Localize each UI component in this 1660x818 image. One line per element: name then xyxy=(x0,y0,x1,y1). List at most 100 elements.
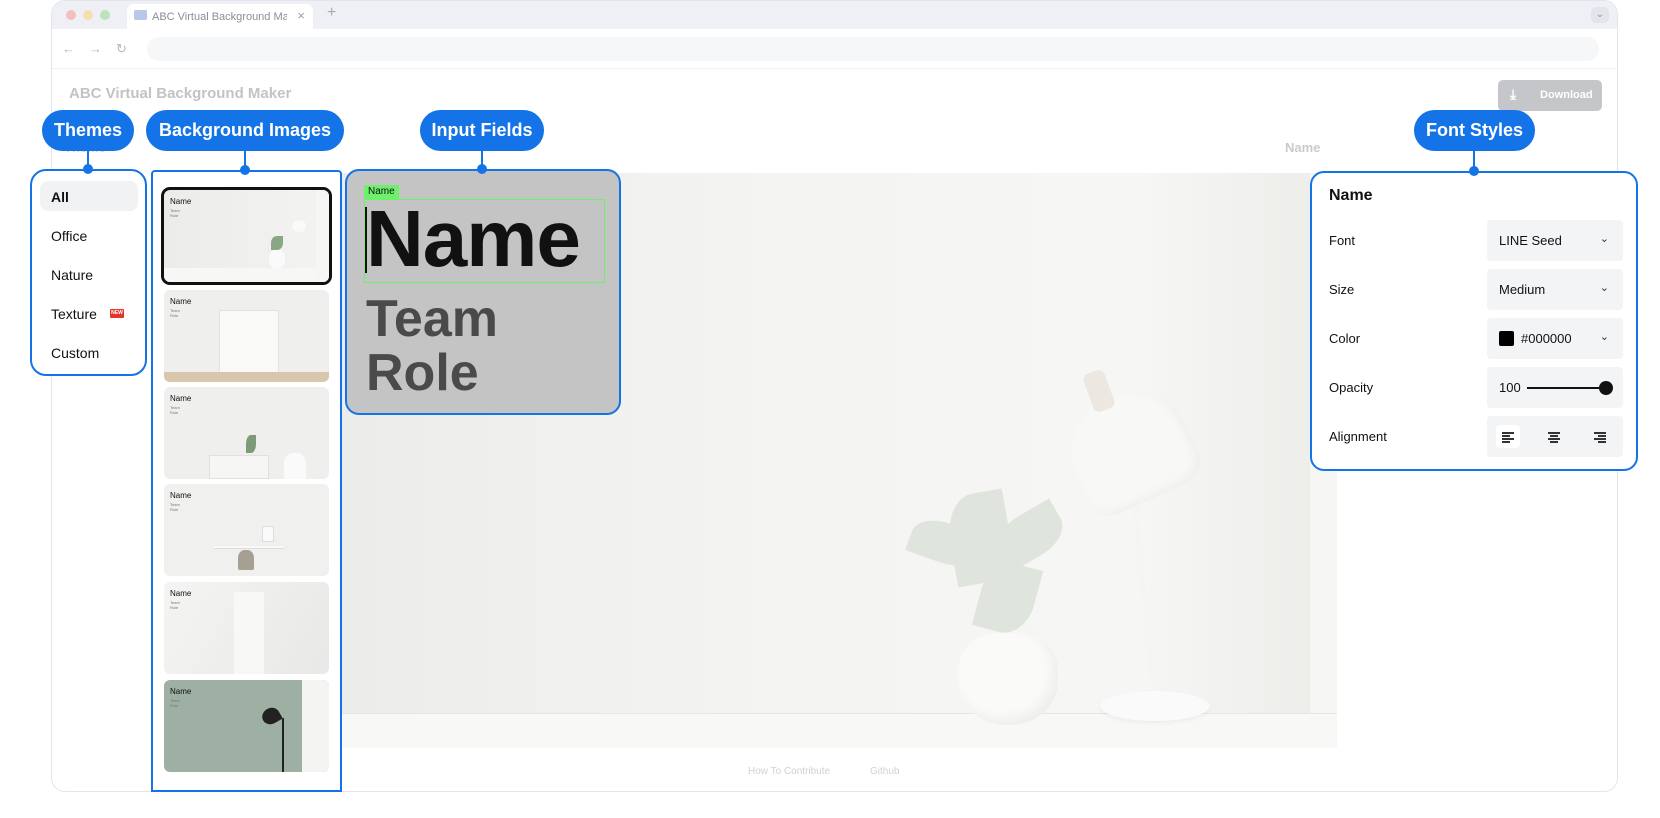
opacity-control: 100 xyxy=(1487,367,1623,408)
background-thumbnail[interactable]: Name Team Role xyxy=(164,290,329,382)
theme-label: Nature xyxy=(51,267,94,283)
tab-list-chevron-icon[interactable]: ⌄ xyxy=(1591,7,1609,23)
align-left-button[interactable] xyxy=(1496,425,1520,448)
browser-tab[interactable]: ABC Virtual Background Maker × xyxy=(127,4,313,29)
themes-panel: All Office Nature Texture NEW Custom xyxy=(30,169,147,376)
alignment-label: Alignment xyxy=(1329,429,1387,444)
opacity-label: Opacity xyxy=(1329,380,1374,395)
name-input[interactable]: Name xyxy=(366,193,581,285)
align-center-button[interactable] xyxy=(1542,425,1566,448)
background-thumbnail[interactable]: Name Team Role xyxy=(164,387,329,479)
opacity-slider-track[interactable] xyxy=(1527,387,1607,389)
font-label: Font xyxy=(1329,233,1356,248)
font-styles-panel: Name Font LINE Seed ⌄ Size Medium ⌄ Colo… xyxy=(1310,171,1638,471)
background-thumbnail[interactable]: Name Team Role xyxy=(164,582,329,674)
input-fields-panel: Name Name Team Role xyxy=(345,169,621,415)
thumb-pot xyxy=(269,250,285,268)
thumb-name: Name xyxy=(170,687,192,696)
thumb-role: Role xyxy=(170,507,179,512)
how-to-contribute-link[interactable]: How To Contribute xyxy=(748,766,830,777)
address-bar-row: ← → ↻ xyxy=(52,29,1617,69)
theme-label: Custom xyxy=(51,345,100,361)
theme-texture[interactable]: Texture NEW xyxy=(40,298,138,328)
tab-close-icon[interactable]: × xyxy=(297,8,305,23)
role-input[interactable]: Role xyxy=(366,343,479,403)
input-fields-callout-dot xyxy=(477,164,487,174)
download-label: Download xyxy=(1540,89,1593,101)
color-picker[interactable]: #000000 ⌄ xyxy=(1487,318,1623,359)
back-arrow-icon[interactable]: ← xyxy=(62,41,75,56)
color-value: #000000 xyxy=(1521,331,1572,346)
background-thumbnail[interactable]: Name Team Role xyxy=(164,680,329,772)
thumb-name: Name xyxy=(170,491,192,500)
color-label: Color xyxy=(1329,331,1361,346)
chevron-down-icon: ⌄ xyxy=(1599,233,1609,245)
background-thumbnail[interactable]: Name Team Role xyxy=(161,187,332,285)
app-title: ABC Virtual Background Maker xyxy=(69,85,292,102)
background-thumbnail[interactable]: Name Team Role xyxy=(164,484,329,576)
name-heading: Name xyxy=(1285,140,1321,155)
font-styles-callout-dot xyxy=(1469,166,1479,176)
input-fields-callout: Input Fields xyxy=(420,110,544,151)
theme-office[interactable]: Office xyxy=(40,220,138,250)
new-badge: NEW xyxy=(110,309,124,318)
theme-label: All xyxy=(51,189,69,205)
thumb-role: Role xyxy=(170,313,179,318)
thumb-frame xyxy=(262,526,274,542)
font-select[interactable]: LINE Seed ⌄ xyxy=(1487,220,1623,261)
theme-custom[interactable]: Custom xyxy=(40,337,138,367)
thumb-role: Role xyxy=(170,410,179,415)
background-images-callout-dot xyxy=(240,165,250,175)
reload-icon[interactable]: ↻ xyxy=(116,41,127,57)
thumb-plant xyxy=(271,236,283,250)
thumb-cabinet xyxy=(209,455,269,479)
thumb-lamp-stand xyxy=(282,718,284,772)
chevron-down-icon: ⌄ xyxy=(1599,331,1609,343)
thumb-name: Name xyxy=(170,197,192,206)
font-styles-title: Name xyxy=(1329,187,1373,204)
team-input[interactable]: Team xyxy=(366,289,498,349)
themes-callout-dot xyxy=(83,164,93,174)
themes-callout: Themes xyxy=(42,110,134,151)
thumb-name: Name xyxy=(170,589,192,598)
new-tab-icon[interactable]: + xyxy=(327,4,336,22)
size-select-value: Medium xyxy=(1499,282,1546,297)
tab-bar: ABC Virtual Background Maker × + ⌄ xyxy=(52,1,1617,29)
background-images-callout: Background Images xyxy=(146,110,344,151)
thumb-role: Role xyxy=(170,213,179,218)
font-select-value: LINE Seed xyxy=(1499,233,1562,248)
opacity-slider-handle[interactable] xyxy=(1599,381,1613,395)
theme-nature[interactable]: Nature xyxy=(40,259,138,289)
github-link[interactable]: Github xyxy=(870,766,899,777)
color-swatch xyxy=(1499,331,1514,346)
align-right-button[interactable] xyxy=(1588,425,1612,448)
thumb-wall-edge xyxy=(302,680,329,772)
thumb-role: Role xyxy=(170,605,179,610)
thumb-floor xyxy=(164,372,329,382)
favicon-icon xyxy=(134,10,147,20)
url-input[interactable] xyxy=(147,37,1599,61)
theme-all[interactable]: All xyxy=(40,181,138,211)
size-select[interactable]: Medium ⌄ xyxy=(1487,269,1623,310)
opacity-value: 100 xyxy=(1499,380,1521,395)
download-icon: ⤓ xyxy=(1510,86,1517,102)
thumb-wall-edge xyxy=(316,190,329,282)
minimize-window-dot[interactable] xyxy=(83,10,93,20)
thumb-desk xyxy=(214,546,284,549)
thumb-name: Name xyxy=(170,297,192,306)
thumb-lamp xyxy=(259,704,283,728)
plant-pot xyxy=(958,633,1058,725)
text-caret xyxy=(365,207,367,273)
close-window-dot[interactable] xyxy=(66,10,76,20)
download-button[interactable]: ⤓ Download xyxy=(1498,80,1602,111)
desk-surface xyxy=(340,713,1337,748)
thumb-name: Name xyxy=(170,394,192,403)
tab-title: ABC Virtual Background Maker xyxy=(152,11,287,23)
size-label: Size xyxy=(1329,282,1355,297)
background-images-list[interactable]: Name Team Role Name Team Role Name Team … xyxy=(151,170,342,792)
maximize-window-dot[interactable] xyxy=(100,10,110,20)
theme-label: Texture xyxy=(51,306,97,322)
theme-label: Office xyxy=(51,228,88,244)
forward-arrow-icon[interactable]: → xyxy=(89,41,102,56)
align-center-icon xyxy=(1548,432,1560,443)
